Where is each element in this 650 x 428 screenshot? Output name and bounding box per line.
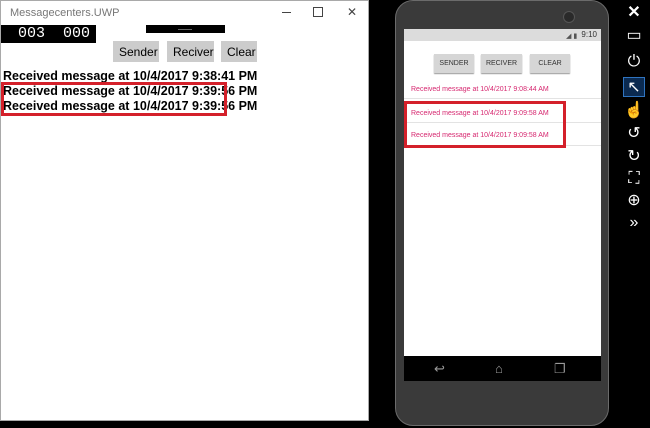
close-icon[interactable]: ✕	[623, 3, 645, 23]
message-item: Received message at 10/4/2017 9:08:44 AM	[411, 86, 549, 93]
back-icon[interactable]: ↩	[434, 361, 445, 377]
highlight-box	[404, 101, 566, 148]
close-button[interactable]: ✕	[343, 4, 361, 20]
recent-apps-icon[interactable]: ❐	[554, 361, 566, 377]
message-item: Received message at 10/4/2017 9:38:41 PM	[3, 69, 258, 83]
clear-button[interactable]: Clear	[221, 41, 257, 62]
frame-rate-value-a: 003	[18, 25, 46, 42]
touch-icon[interactable]: ☝	[623, 101, 645, 121]
reciver-button[interactable]: Reciver	[167, 41, 214, 62]
uwp-window: Messagecenters.UWP ✕ 003 000 Sender Reci…	[0, 0, 369, 421]
highlight-box	[1, 82, 227, 116]
home-icon[interactable]: ⌂	[495, 361, 503, 376]
status-bar: ◢ ▮ 9:10	[404, 29, 601, 41]
zoom-icon[interactable]: ⊕	[623, 191, 645, 211]
android-nav-bar: ↩ ⌂ ❐	[404, 356, 601, 381]
rotate-left-icon[interactable]: ↺	[623, 124, 645, 144]
minimize-button[interactable]	[278, 4, 296, 20]
sender-button[interactable]: Sender	[113, 41, 159, 62]
status-clock: 9:10	[581, 30, 597, 39]
power-icon[interactable]: ⏻	[623, 52, 645, 72]
window-title: Messagecenters.UWP	[10, 7, 120, 19]
signal-battery-icon: ◢ ▮	[566, 33, 578, 40]
list-divider	[404, 98, 601, 99]
pointer-icon[interactable]: ↖	[623, 77, 645, 97]
clear-button[interactable]: CLEAR	[530, 54, 570, 73]
debug-toolbar-handle[interactable]	[146, 25, 225, 33]
minimize-icon[interactable]: ▭	[623, 26, 645, 46]
rotate-right-icon[interactable]: ↻	[623, 147, 645, 167]
fit-screen-icon[interactable]: ⛶	[623, 169, 645, 189]
sender-button[interactable]: SENDER	[434, 54, 474, 73]
more-icon[interactable]: »	[623, 213, 645, 233]
frame-rate-value-b: 000	[63, 25, 91, 42]
maximize-button[interactable]	[309, 4, 327, 20]
phone-screen: ◢ ▮ 9:10 SENDER RECIVER CLEAR Received m…	[404, 29, 601, 381]
frame-rate-counter: 003 000	[1, 25, 96, 43]
emulator-toolbar: ✕ ▭ ⏻ ↖ ☝ ↺ ↻ ⛶ ⊕ »	[617, 0, 650, 428]
camera-icon	[563, 11, 575, 23]
reciver-button[interactable]: RECIVER	[481, 54, 522, 73]
